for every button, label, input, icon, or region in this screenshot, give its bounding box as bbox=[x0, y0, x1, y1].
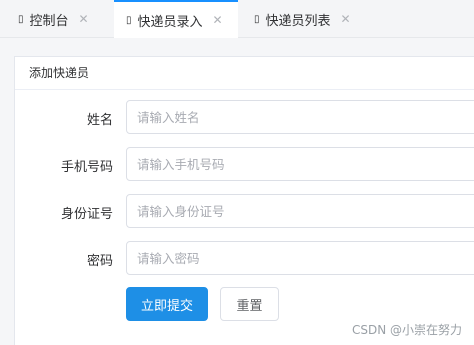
password-label: 密码 bbox=[86, 254, 113, 269]
card-title: 添加快递员 bbox=[15, 57, 474, 90]
submit-button[interactable]: 立即提交 bbox=[126, 287, 208, 321]
id-number-input[interactable] bbox=[126, 194, 474, 228]
id-number-label: 身份证号 bbox=[60, 207, 113, 222]
watermark: CSDN @小崇在努力 bbox=[351, 323, 462, 337]
reset-button[interactable]: 重置 bbox=[220, 287, 279, 321]
tab-courier-list[interactable]: ▯ 快递员列表 ✕ bbox=[238, 0, 358, 38]
close-icon[interactable]: ✕ bbox=[79, 12, 89, 26]
close-icon[interactable]: ✕ bbox=[213, 13, 223, 27]
close-icon[interactable]: ✕ bbox=[341, 12, 351, 26]
password-input[interactable] bbox=[126, 241, 474, 275]
tab-label: 快递员列表 bbox=[265, 13, 331, 29]
phone-label: 手机号码 bbox=[60, 160, 113, 175]
name-input[interactable] bbox=[126, 100, 474, 134]
tab-label: 快递员录入 bbox=[137, 14, 203, 30]
tab-courier-entry[interactable]: ▯ 快递员录入 ✕ bbox=[114, 0, 238, 38]
phone-input[interactable] bbox=[126, 147, 474, 181]
name-label: 姓名 bbox=[86, 113, 113, 128]
add-courier-card: 添加快递员 姓名 手机号码 身份证号 密码 立即提交 重置 bbox=[14, 56, 474, 345]
tab-bar: ▯ 控制台 ✕ ▯ 快递员录入 ✕ ▯ 快递员列表 ✕ bbox=[0, 0, 474, 38]
tab-dashboard[interactable]: ▯ 控制台 ✕ bbox=[0, 0, 114, 38]
page-icon: ▯ bbox=[126, 14, 132, 26]
page-icon: ▯ bbox=[18, 13, 24, 25]
tab-label: 控制台 bbox=[29, 13, 69, 29]
page-icon: ▯ bbox=[254, 13, 260, 25]
